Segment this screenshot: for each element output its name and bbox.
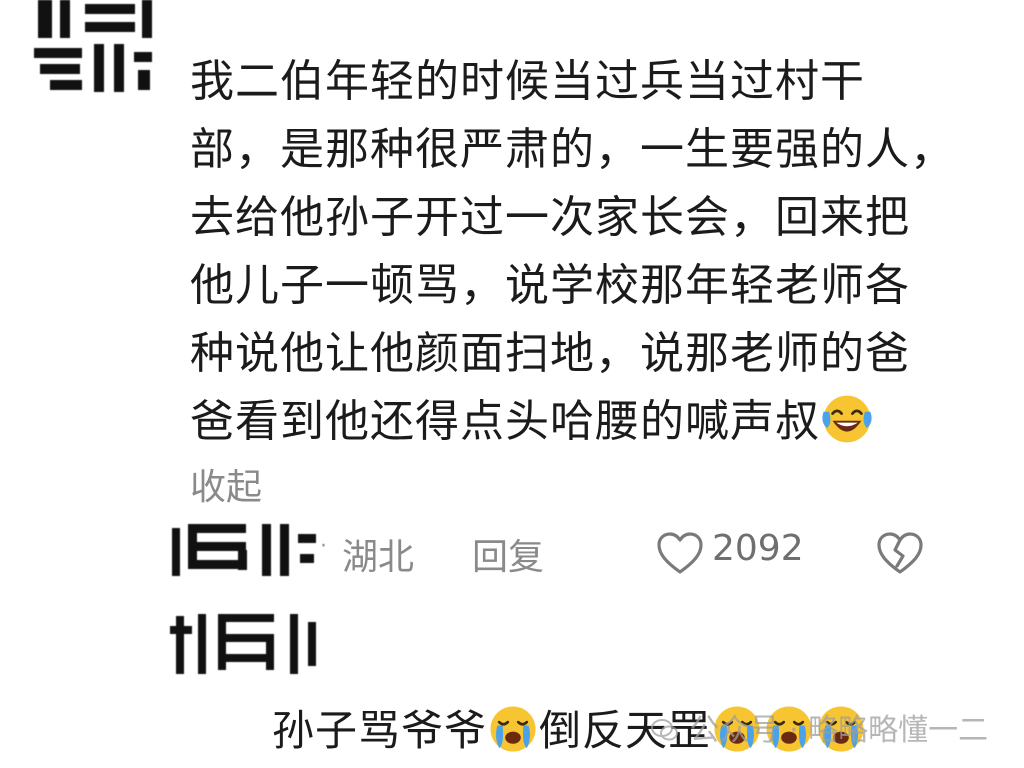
watermark-text: 公众号 · 略略略懂一二 <box>689 713 989 748</box>
laughing-crying-emoji-icon <box>822 395 872 443</box>
comment-line: 我二伯年轻的时候当过兵当过村干 <box>190 56 865 107</box>
collapse-link[interactable]: 收起 <box>190 458 262 510</box>
crying-emoji-icon <box>490 706 536 752</box>
comment-line: 他儿子一顿骂，说学校那年轻老师各 <box>190 260 910 311</box>
comment-line: 爸看到他还得点头哈腰的喊声叔 <box>190 388 960 456</box>
comment-line: 种说他让他颜面扫地，说那老师的爸 <box>190 328 910 379</box>
reply-text-part: 孙子骂爷爷 <box>272 706 488 755</box>
comment-text: 我二伯年轻的时候当过兵当过村干 部，是那种很严肃的，一生要强的人， 去给他孙子开… <box>190 48 960 456</box>
like-count: 2092 <box>712 528 804 569</box>
comment-line: 部，是那种很严肃的，一生要强的人， <box>190 124 955 175</box>
heart-icon[interactable] <box>656 530 704 576</box>
censored-username-top <box>30 0 158 95</box>
reply-button[interactable]: 回复 <box>472 528 544 580</box>
comment-line: 去给他孙子开过一次家长会，回来把 <box>190 192 910 243</box>
separator-dot: · <box>320 534 327 559</box>
broken-heart-icon[interactable] <box>876 530 924 576</box>
comment-line-text: 爸看到他还得点头哈腰的喊声叔 <box>190 396 820 447</box>
comment-meta-row: · 湖北 回复 2092 <box>320 528 940 584</box>
watermark: 公众号 · 略略略懂一二 <box>650 705 988 749</box>
censored-username-meta <box>170 520 320 582</box>
location-label: 湖北 <box>342 537 415 578</box>
wechat-icon <box>651 719 678 741</box>
censored-replier-name <box>168 608 328 680</box>
